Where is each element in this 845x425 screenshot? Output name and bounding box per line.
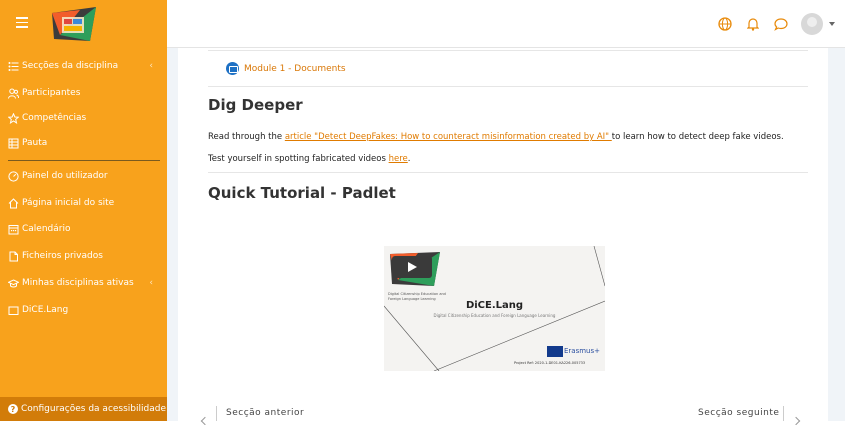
folder-icon — [8, 306, 19, 315]
section-title-dig-deeper: Dig Deeper — [208, 96, 303, 114]
sidebar-item-label: Calendário — [22, 224, 71, 234]
para-text: to learn how to detect deep fake videos. — [611, 132, 784, 142]
divider — [208, 172, 808, 173]
deepfakes-article-link[interactable]: article "Detect DeepFakes: How to counte… — [285, 132, 612, 142]
para-text: . — [407, 154, 411, 164]
calendar-icon — [8, 224, 19, 234]
site-logo[interactable] — [50, 5, 98, 43]
sidebar-item-dashboard[interactable]: Painel do utilizador — [8, 168, 108, 184]
right-drawer-strip — [828, 48, 845, 421]
sidebar-item-label: Secções da disciplina — [22, 61, 119, 71]
sidebar-item-label: Pauta — [22, 138, 48, 148]
chevron-left-icon[interactable]: ‹ — [149, 61, 153, 71]
menu-icon[interactable] — [16, 17, 28, 29]
module-link-label: Module 1 - Documents — [244, 63, 346, 74]
folder-icon — [226, 62, 239, 75]
erasmus-label: Erasmus+ — [564, 347, 601, 355]
sidebar-item-dicelang[interactable]: DiCE.Lang — [8, 302, 68, 318]
next-section-link[interactable]: Secção seguinte — [698, 408, 779, 418]
paragraph-read-article: Read through the article "Detect DeepFak… — [208, 132, 784, 142]
para-text: Read through the — [208, 132, 285, 142]
notifications-icon[interactable] — [745, 16, 761, 32]
star-icon — [8, 112, 19, 124]
content-gutter — [167, 48, 178, 421]
sidebar: Secções da disciplina ‹ Participantes Co… — [0, 48, 167, 421]
chevron-left-icon[interactable]: ‹ — [149, 278, 153, 288]
sidebar-item-label: DiCE.Lang — [22, 305, 69, 315]
project-ref: Project Ref: 2020-1-DE01-KA226-005733 — [514, 361, 586, 365]
sidebar-item-label: Ficheiros privados — [22, 251, 103, 261]
list-icon — [8, 61, 19, 71]
home-icon — [8, 197, 19, 208]
eu-flag-icon — [547, 346, 563, 357]
previous-section-link[interactable]: Secção anterior — [226, 408, 304, 418]
sidebar-item-private-files[interactable]: Ficheiros privados — [8, 248, 103, 264]
paragraph-test-yourself: Test yourself in spotting fabricated vid… — [208, 154, 410, 164]
divider — [216, 406, 217, 421]
file-icon — [9, 251, 18, 261]
sidebar-divider — [8, 160, 160, 161]
accessibility-settings-label: Configurações da acessibilidade — [21, 404, 166, 414]
sidebar-item-label: Página inicial do site — [22, 198, 115, 208]
help-icon: ? — [8, 404, 18, 414]
sidebar-item-participants[interactable]: Participantes — [8, 85, 80, 101]
padlet-video-embed[interactable]: Digital Citizenship Education and Foreig… — [384, 246, 605, 371]
play-button[interactable] — [392, 256, 432, 278]
messages-icon[interactable] — [773, 16, 789, 32]
fabricated-videos-link[interactable]: here — [389, 154, 408, 164]
divider — [208, 86, 808, 87]
grades-icon — [8, 138, 19, 148]
language-icon[interactable] — [717, 16, 733, 32]
divider — [208, 50, 808, 51]
para-text: Test yourself in spotting fabricated vid… — [208, 154, 389, 164]
graduation-cap-icon — [8, 278, 19, 287]
user-menu-caret[interactable] — [829, 22, 835, 26]
sidebar-item-competencies[interactable]: Competências — [8, 110, 86, 126]
sidebar-item-label: Participantes — [22, 88, 81, 98]
sidebar-item-grades[interactable]: Pauta — [8, 135, 47, 151]
sidebar-item-label: Painel do utilizador — [22, 171, 108, 181]
sidebar-item-site-home[interactable]: Página inicial do site — [8, 195, 114, 211]
sidebar-item-course-sections[interactable]: Secções da disciplina — [8, 58, 118, 74]
user-avatar[interactable] — [801, 13, 823, 35]
sidebar-item-calendar[interactable]: Calendário — [8, 221, 70, 237]
sidebar-item-label: Minhas disciplinas ativas — [22, 278, 134, 288]
divider — [783, 406, 784, 421]
accessibility-settings-button[interactable]: ? Configurações da acessibilidade — [0, 397, 167, 421]
video-subtitle: Digital Citizenship Education and Foreig… — [433, 313, 556, 318]
dashboard-icon — [8, 170, 19, 182]
navbar-brand-area — [0, 0, 167, 48]
section-title-quick-tutorial: Quick Tutorial - Padlet — [208, 184, 396, 202]
video-title: DiCE.Lang — [465, 300, 524, 311]
module-documents-link[interactable]: Module 1 - Documents — [226, 62, 346, 75]
people-icon — [8, 88, 19, 99]
course-content: Module 1 - Documents Dig Deeper Read thr… — [178, 48, 828, 425]
sidebar-item-my-courses[interactable]: Minhas disciplinas ativas — [8, 275, 134, 291]
top-navbar — [0, 0, 845, 48]
sidebar-item-label: Competências — [22, 113, 87, 123]
